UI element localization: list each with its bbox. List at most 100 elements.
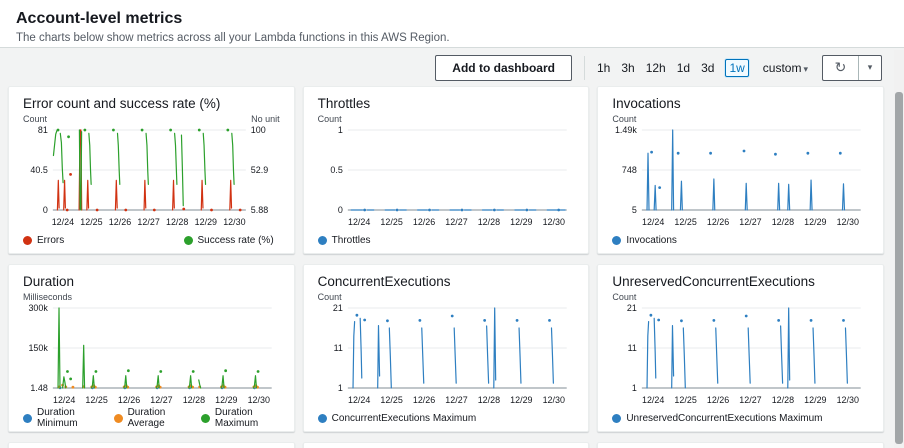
chart-canvas[interactable]: 1.49k 748 5 12/24 12/25 12/26 12/27 12/28 12/29 1…: [612, 126, 869, 232]
chart-title: UnreservedConcurrentExecutions: [612, 274, 815, 289]
svg-text:12/29: 12/29: [804, 217, 826, 227]
refresh-icon[interactable]: ↻: [823, 56, 859, 80]
svg-text:0: 0: [43, 205, 48, 215]
svg-text:12/29: 12/29: [510, 395, 532, 405]
svg-text:1: 1: [338, 383, 343, 393]
svg-text:12/28: 12/28: [477, 395, 499, 405]
svg-text:12/30: 12/30: [837, 395, 859, 405]
chart-legend: Invocations: [612, 232, 869, 248]
legend-color-dot: [317, 413, 327, 423]
legend-color-dot: [200, 413, 210, 423]
svg-text:12/24: 12/24: [642, 217, 664, 227]
svg-text:40.5: 40.5: [30, 165, 47, 175]
svg-text:52.9: 52.9: [251, 165, 268, 175]
legend-item[interactable]: Errors: [23, 235, 64, 246]
metric-card-concurrent-executions: ConcurrentExecutions Count 21 11 1 12/24 12/…: [302, 264, 590, 432]
time-range-1w-selected[interactable]: 1w: [725, 59, 749, 77]
cutoff-card: [8, 442, 295, 448]
svg-text:12/26: 12/26: [109, 217, 131, 227]
vertical-scrollbar: [894, 50, 904, 448]
svg-text:1: 1: [338, 126, 343, 135]
legend-item[interactable]: ConcurrentExecutions Maximum: [317, 412, 477, 424]
svg-text:5.88: 5.88: [251, 205, 268, 215]
metric-card-duration: Duration Milliseconds 300k 150k 1.48 12/24 1…: [8, 264, 295, 432]
chart-canvas[interactable]: 1 0.5 0 12/24 12/25 12/26 12/27 12/28 12/29 12/30: [318, 126, 575, 232]
custom-range-dropdown[interactable]: custom ▾: [763, 61, 808, 75]
legend-item[interactable]: Throttles: [317, 235, 371, 246]
refresh-split-button: ↻ ▾: [822, 55, 882, 81]
svg-text:12/26: 12/26: [707, 217, 729, 227]
legend-color-dot: [183, 235, 193, 245]
legend-color-dot: [23, 413, 32, 423]
legend-item[interactable]: Duration Minimum: [23, 407, 100, 429]
svg-text:12/24: 12/24: [348, 217, 370, 227]
chart-canvas[interactable]: 2111112/24 12/25 12/26 12/27 12/28 12/29 12/30: [612, 304, 869, 410]
chart-title: Invocations: [612, 96, 681, 111]
scrollbar-thumb[interactable]: [895, 92, 903, 444]
y-axis-unit-label: Count: [317, 114, 342, 124]
svg-text:12/28: 12/28: [183, 395, 205, 405]
chart-legend: UnreservedConcurrentExecutions Maximum: [612, 410, 869, 426]
svg-text:12/27: 12/27: [740, 395, 762, 405]
svg-text:12/27: 12/27: [445, 395, 467, 405]
chart-legend: Throttles: [317, 232, 575, 248]
svg-text:21: 21: [627, 304, 637, 313]
svg-text:1: 1: [632, 383, 637, 393]
svg-text:12/25: 12/25: [675, 217, 697, 227]
y-axis-unit-label: Count: [23, 114, 48, 124]
legend-item[interactable]: UnreservedConcurrentExecutions Maximum: [612, 413, 823, 424]
legend-item[interactable]: Invocations: [612, 235, 677, 246]
svg-text:1.49k: 1.49k: [615, 126, 637, 135]
svg-text:12/24: 12/24: [52, 217, 74, 227]
legend-color-dot: [612, 413, 622, 423]
legend-label: ConcurrentExecutions Maximum: [331, 412, 477, 424]
time-range-selector: 1h 3h 12h 1d 3d 1w: [597, 59, 749, 77]
time-range-3h[interactable]: 3h: [621, 61, 634, 75]
svg-text:748: 748: [622, 165, 637, 175]
time-range-1d[interactable]: 1d: [677, 61, 690, 75]
y-axis-right-unit-label: No unit: [251, 114, 280, 124]
legend-item[interactable]: Duration Average: [113, 407, 187, 429]
chart-canvas[interactable]: 2111112/24 12/25 12/26 12/27 12/28 12/29 12/30: [318, 304, 575, 410]
metric-card-error-count-success-rate: Error count and success rate (%) Count No…: [8, 86, 295, 254]
legend-label: Duration Maximum: [214, 407, 259, 429]
chart-canvas[interactable]: 300k 150k 1.48 12/24 12/25 12/26 12/27 12/28 12/…: [23, 304, 280, 410]
y-axis-unit-label: Count: [317, 292, 342, 302]
svg-text:12/30: 12/30: [837, 217, 859, 227]
time-range-3d[interactable]: 3d: [701, 61, 714, 75]
chart-title: ConcurrentExecutions: [317, 274, 451, 289]
chart-canvas[interactable]: 81 40.5 0 100 52.9 5.88 12/24 12/25 12/26 12/27 12…: [23, 126, 280, 232]
svg-text:12/30: 12/30: [223, 217, 245, 227]
svg-text:12/27: 12/27: [740, 217, 762, 227]
legend-label: Duration Average: [127, 407, 166, 429]
svg-text:12/25: 12/25: [85, 395, 107, 405]
svg-text:1.48: 1.48: [30, 383, 47, 393]
svg-text:0: 0: [338, 205, 343, 215]
chart-legend: Errors Success rate (%): [23, 232, 280, 248]
metric-card-invocations: Invocations Count 1.49k 748 5 12/24 12/25 12/…: [597, 86, 884, 254]
svg-text:12/24: 12/24: [53, 395, 75, 405]
toolbar-divider: [583, 56, 585, 80]
time-range-12h[interactable]: 12h: [646, 61, 666, 75]
legend-item[interactable]: Success rate (%): [183, 234, 274, 246]
cutoff-card: [597, 442, 884, 448]
svg-text:12/29: 12/29: [215, 395, 237, 405]
svg-text:12/29: 12/29: [510, 217, 532, 227]
y-axis-unit-label: Milliseconds: [23, 292, 73, 302]
legend-item[interactable]: Duration Maximum: [200, 407, 280, 429]
svg-text:12/26: 12/26: [707, 395, 729, 405]
metric-card-unreserved-concurrent-executions: UnreservedConcurrentExecutions Count 21 1…: [597, 264, 884, 432]
svg-text:12/24: 12/24: [348, 395, 370, 405]
svg-text:12/28: 12/28: [772, 217, 794, 227]
chevron-down-icon: ▾: [803, 65, 808, 75]
svg-text:12/30: 12/30: [542, 395, 564, 405]
legend-label: Success rate (%): [197, 234, 274, 246]
add-to-dashboard-button[interactable]: Add to dashboard: [435, 55, 572, 81]
time-range-1h[interactable]: 1h: [597, 61, 610, 75]
metrics-content: Add to dashboard 1h 3h 12h 1d 3d 1w custom ▾ ↻…: [0, 48, 904, 448]
svg-text:12/30: 12/30: [248, 395, 270, 405]
refresh-options-caret-icon[interactable]: ▾: [859, 56, 881, 80]
svg-text:12/27: 12/27: [150, 395, 172, 405]
svg-text:100: 100: [251, 126, 266, 135]
svg-text:12/28: 12/28: [477, 217, 499, 227]
